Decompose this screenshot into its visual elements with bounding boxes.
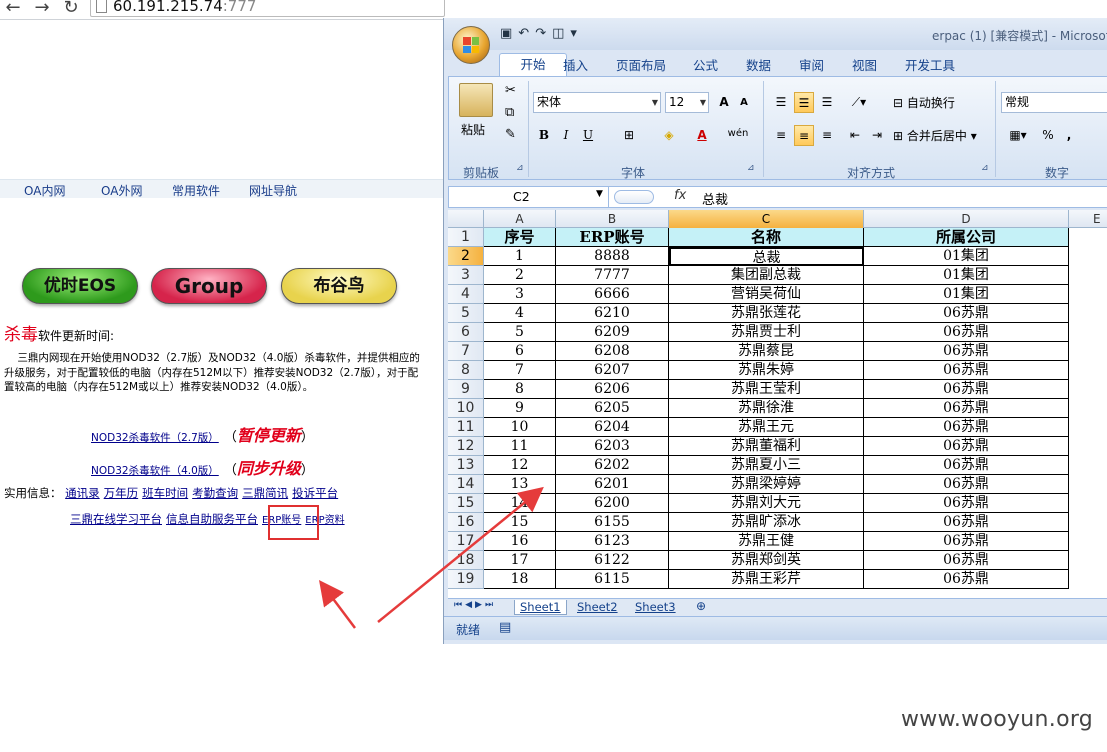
annotation-arrows bbox=[319, 486, 544, 629]
arrow-to-erp-link bbox=[319, 580, 356, 629]
arrow-to-spreadsheet bbox=[377, 486, 544, 623]
watermark: www.wooyun.org bbox=[901, 707, 1094, 732]
table-cell[interactable]: 总裁 bbox=[669, 247, 864, 266]
